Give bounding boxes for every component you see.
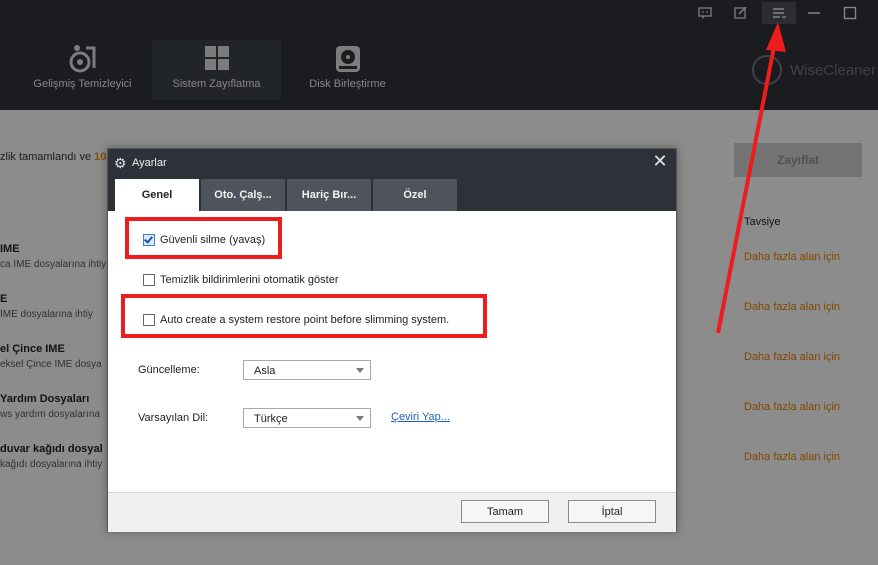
annotation-arrow bbox=[716, 22, 786, 334]
